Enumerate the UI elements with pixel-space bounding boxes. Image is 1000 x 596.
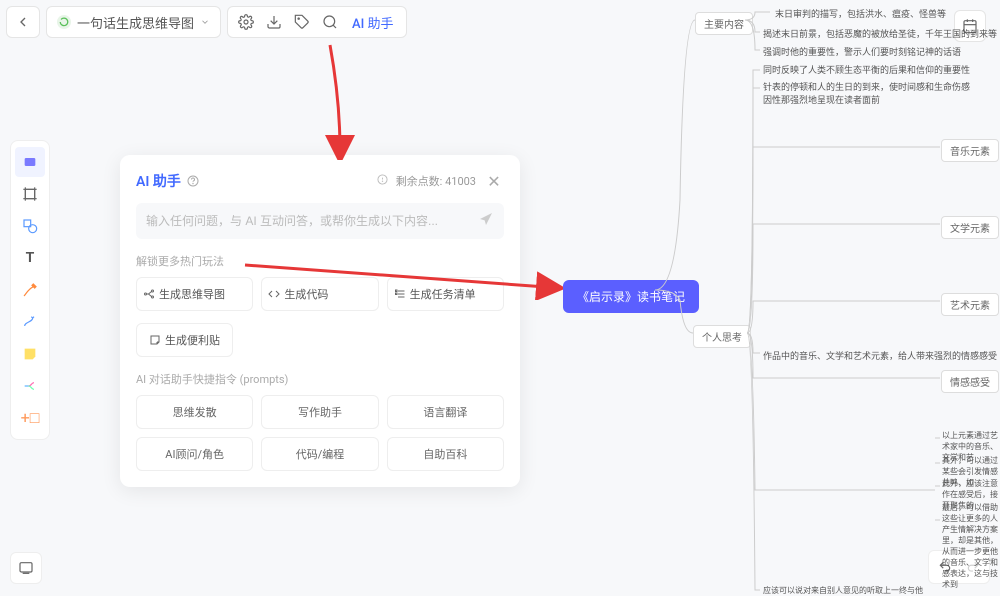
mindmap-leaf[interactable]: 揭述末日前景，包括恶魔的被放给圣徒，千年王国的到来等 bbox=[763, 27, 997, 40]
toolbar-icon-group: AI 助手 bbox=[227, 6, 407, 38]
mindmap-tool[interactable] bbox=[15, 371, 45, 401]
ai-panel-title: AI 助手 bbox=[136, 171, 199, 191]
mindmap-leaf[interactable]: 应该可以说对来自别人意见的听取上一终与他 bbox=[763, 585, 923, 596]
settings-icon[interactable] bbox=[232, 6, 260, 38]
back-button[interactable] bbox=[6, 6, 40, 38]
prompt-coding[interactable]: 代码/编程 bbox=[261, 437, 378, 471]
ai-actions-row2: 生成便利贴 bbox=[136, 323, 504, 357]
bottom-left-toolbar bbox=[10, 552, 42, 584]
mindmap-leaf[interactable]: 强调时他的重要性，警示人们要时刻铭记神的话语 bbox=[763, 45, 961, 58]
mindmap-node-feeling[interactable]: 情感感受 bbox=[941, 370, 999, 393]
mindmap-node-main[interactable]: 主要内容 bbox=[695, 12, 753, 35]
mindmap-leaf[interactable]: 末日审判的描写，包括洪水、瘟疫、怪兽等 bbox=[775, 7, 946, 20]
generate-sticky-button[interactable]: 生成便利贴 bbox=[136, 323, 233, 357]
generate-code-button[interactable]: 生成代码 bbox=[261, 277, 378, 311]
sticky-note-tool[interactable] bbox=[15, 339, 45, 369]
close-icon[interactable]: ✕ bbox=[484, 172, 504, 191]
prompt-diverge[interactable]: 思维发散 bbox=[136, 395, 253, 429]
document-title: 一句话生成思维导图 bbox=[77, 13, 194, 32]
annotation-arrow-1 bbox=[260, 40, 380, 160]
sync-status-icon bbox=[57, 15, 71, 29]
prompt-consultant[interactable]: AI顾问/角色 bbox=[136, 437, 253, 471]
chevron-down-icon bbox=[200, 17, 210, 27]
pen-tool[interactable] bbox=[15, 275, 45, 305]
help-icon[interactable] bbox=[187, 175, 199, 187]
tag-icon[interactable] bbox=[288, 6, 316, 38]
node-card-tool[interactable] bbox=[15, 147, 45, 177]
ai-prompts-grid: 思维发散 写作助手 语言翻译 AI顾问/角色 代码/编程 自助百科 bbox=[136, 395, 504, 471]
prompts-section-label: AI 对话助手快捷指令 (prompts) bbox=[136, 371, 504, 387]
export-icon[interactable] bbox=[260, 6, 288, 38]
ai-input-container bbox=[136, 203, 504, 239]
text-tool[interactable]: T bbox=[15, 243, 45, 273]
generate-tasks-button[interactable]: 生成任务清单 bbox=[387, 277, 504, 311]
send-icon[interactable] bbox=[478, 211, 494, 231]
mindmap-root-node[interactable]: 《启示录》读书笔记 bbox=[563, 280, 699, 313]
mindmap-leaf[interactable]: 针表的停顿和人的生日的到来，使时间感和生命伤感因性那强烈地呈现在读者面前 bbox=[763, 80, 973, 106]
unlock-section-label: 解锁更多热门玩法 bbox=[136, 253, 504, 269]
prompt-translate[interactable]: 语言翻译 bbox=[387, 395, 504, 429]
frame-tool[interactable] bbox=[15, 179, 45, 209]
search-icon[interactable] bbox=[316, 6, 344, 38]
shape-tool[interactable] bbox=[15, 211, 45, 241]
left-toolbar: T +□ bbox=[10, 140, 50, 440]
prompt-encyclopedia[interactable]: 自助百科 bbox=[387, 437, 504, 471]
mindmap-node-music[interactable]: 音乐元素 bbox=[941, 139, 999, 162]
mindmap-node-thoughts[interactable]: 个人思考 bbox=[693, 325, 751, 348]
info-icon bbox=[377, 174, 388, 188]
mindmap-node-lit[interactable]: 文学元素 bbox=[941, 216, 999, 239]
credits-label: 剩余点数: 41003 bbox=[396, 173, 476, 189]
generate-mindmap-button[interactable]: 生成思维导图 bbox=[136, 277, 253, 311]
layers-button[interactable] bbox=[10, 552, 42, 584]
document-title-dropdown[interactable]: 一句话生成思维导图 bbox=[46, 6, 221, 38]
ai-assistant-button[interactable]: AI 助手 bbox=[344, 13, 402, 32]
mindmap-leaf[interactable]: 最后，可以借助这些让更多的人产生情解决方案里，却是其他，从而进一步更他的音乐、文… bbox=[942, 502, 1000, 590]
top-toolbar: 一句话生成思维导图 AI 助手 bbox=[6, 6, 407, 38]
ai-prompt-input[interactable] bbox=[146, 214, 478, 228]
ai-actions-grid: 生成思维导图 生成代码 生成任务清单 bbox=[136, 277, 504, 311]
mindmap-leaf[interactable]: 同时反映了人类不顾生态平衡的后果和信仰的重要性 bbox=[763, 63, 970, 76]
prompt-writing[interactable]: 写作助手 bbox=[261, 395, 378, 429]
ai-assistant-panel: AI 助手 剩余点数: 41003 ✕ 解锁更多热门玩法 生成思维导图 生成代码… bbox=[120, 155, 520, 487]
connector-tool[interactable] bbox=[15, 307, 45, 337]
add-tool[interactable]: +□ bbox=[15, 403, 45, 433]
mindmap-node-art[interactable]: 艺术元素 bbox=[941, 293, 999, 316]
mindmap-leaf[interactable]: 作品中的音乐、文学和艺术元素，给人带来强烈的情感感受 bbox=[763, 349, 997, 362]
ai-panel-header: AI 助手 剩余点数: 41003 ✕ bbox=[136, 171, 504, 191]
